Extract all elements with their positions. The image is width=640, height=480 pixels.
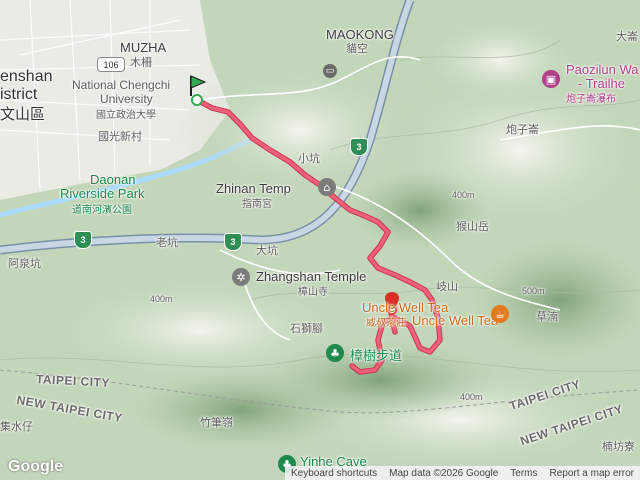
google-logo: Google [8,458,64,475]
keyboard-shortcuts-link[interactable]: Keyboard shortcuts [285,468,383,479]
label-zhinan-zh: 指南宮 [242,199,272,210]
map-data-text: Map data ©2026 Google [389,467,499,479]
label-laokeng: 老坑 [156,237,178,249]
report-error-link[interactable]: Report a map error [544,468,640,479]
transit-icon[interactable]: ▭ [323,64,337,78]
label-daonan-1: Daonan [90,172,136,187]
label-nanfang: 楠坊寮 [602,441,635,453]
label-paozilun-zh: 炮子崙瀑布 [566,94,616,105]
label-zhinan: Zhinan Temp [216,181,291,196]
label-qishan: 岐山 [436,281,458,293]
road-shield-3-c: 3 [224,233,242,251]
label-zhangshan-zh: 樟山寺 [298,287,328,298]
label-paoziliao: 炮子崙 [506,124,539,136]
label-muzha: MUZHA [120,40,167,55]
label-uncle-well-tea-right: Uncle Well Tea [412,313,499,328]
label-daonan-zh: 道南河濱公園 [72,205,132,216]
label-zhangshu-trail: 樟樹步道 [350,348,403,363]
label-paozilun-2: - Trailhe [578,76,625,91]
label-elev-4: 400m [460,392,483,402]
road-shield-106: 106 [97,57,125,72]
label-maokong-zh: 貓空 [346,43,368,55]
label-aquankeng: 阿泉坑 [8,258,41,270]
label-dakeng: 大坑 [256,245,278,257]
map-footer: Keyboard shortcuts Map data ©2026 Google… [284,466,640,480]
road-shield-3-b: 3 [74,231,92,249]
trail-icon[interactable]: ♣ [326,344,344,362]
label-houshanyue: 猴山岳 [456,221,489,233]
label-zhubiling: 竹筆嶺 [200,417,233,429]
label-caodi: 草湳 [536,311,558,323]
label-paozilun-1: Paozilun Wa [566,62,639,77]
label-guoguang: 國光新村 [98,131,142,143]
cafe-icon[interactable]: ☕ [491,305,509,323]
label-shishijiao: 石獅腳 [290,323,323,335]
label-wenshan-1: enshan [0,68,53,85]
label-zhangshan: Zhangshan Temple [256,269,367,284]
label-wenshan-zh: 文山區 [0,106,46,123]
temple-icon[interactable]: ⌂ [318,178,336,196]
temple-icon[interactable]: ✲ [232,268,250,286]
road-shield-3-a: 3 [350,138,368,156]
label-daonan-2: Riverside Park [60,186,145,201]
label-wenshan-2: istrict [0,86,38,103]
label-elev-2: 500m [522,286,545,296]
label-nccu-2: University [100,92,153,106]
label-xiaokeng: 小坑 [298,153,320,165]
label-jishui: 集水仔 [0,421,33,433]
label-muzha-zh: 木柵 [130,57,152,69]
label-nccu-1: National Chengchi [72,78,171,92]
waterfall-icon[interactable]: ▣ [542,70,560,88]
label-elev-3: 400m [150,294,173,304]
label-dajun: 大崙 [616,31,638,43]
label-elev-1: 400m [452,190,475,200]
terms-link[interactable]: Terms [504,468,543,479]
label-nccu-zh: 國立政治大學 [96,110,156,121]
label-uncle-zh: 威叔茶莊 [366,318,406,329]
